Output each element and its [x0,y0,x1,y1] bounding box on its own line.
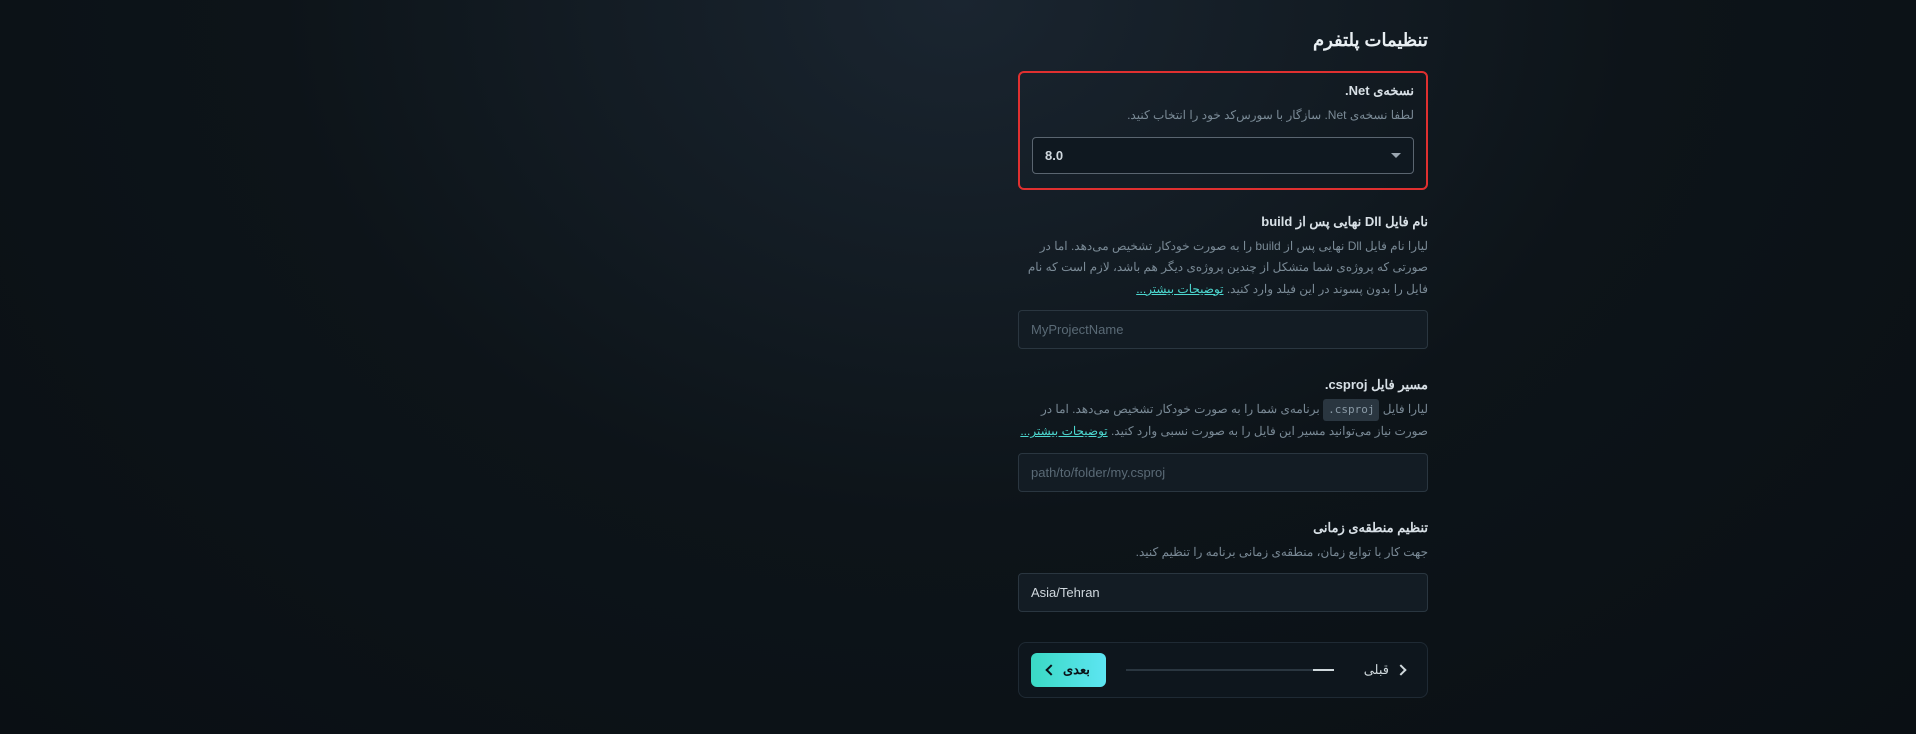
progress-indicator [1126,669,1334,671]
dll-name-label: نام فایل Dll نهایی پس از build [1018,214,1428,230]
net-version-label: نسخه‌ی Net. [1032,83,1414,99]
timezone-input[interactable] [1018,573,1428,612]
navigation-bar: قبلی بعدی [1018,642,1428,698]
csproj-path-group: مسیر فایل csproj. لیارا فایل .csproj برن… [1018,377,1428,491]
page-title: تنظیمات پلتفرم [1018,30,1428,51]
dll-name-group: نام فایل Dll نهایی پس از build لیارا نام… [1018,214,1428,350]
net-version-value: 8.0 [1045,148,1063,163]
next-label: بعدی [1063,662,1090,678]
dll-name-description: لیارا نام فایل Dll نهایی پس از build را … [1018,236,1428,301]
timezone-description: جهت کار با توابع زمان، منطقه‌ی زمانی برن… [1018,542,1428,564]
csproj-path-label: مسیر فایل csproj. [1018,377,1428,393]
prev-label: قبلی [1364,662,1389,678]
progress-track [1126,669,1334,671]
chevron-down-icon [1391,153,1401,158]
next-button[interactable]: بعدی [1031,653,1106,687]
progress-fill [1313,669,1334,671]
dll-more-link[interactable]: توضیحات بیشتر... [1136,282,1223,296]
csproj-path-description: لیارا فایل .csproj برنامه‌ی شما را به صو… [1018,399,1428,442]
csproj-code-chip: .csproj [1323,399,1379,421]
net-version-select[interactable]: 8.0 [1032,137,1414,174]
net-version-group: نسخه‌ی Net. لطفا نسخه‌ی Net. سازگار با س… [1018,71,1428,190]
timezone-label: تنظیم منطقه‌ی زمانی [1018,520,1428,536]
dll-name-input[interactable] [1018,310,1428,349]
dll-desc-text: لیارا نام فایل Dll نهایی پس از build را … [1028,239,1428,296]
csproj-path-input[interactable] [1018,453,1428,492]
csproj-desc-prefix: لیارا فایل [1379,402,1428,416]
prev-button[interactable]: قبلی [1354,656,1415,684]
net-version-description: لطفا نسخه‌ی Net. سازگار با سورس‌کد خود ر… [1032,105,1414,127]
chevron-right-icon [1395,665,1406,676]
chevron-left-icon [1045,665,1056,676]
settings-form: تنظیمات پلتفرم نسخه‌ی Net. لطفا نسخه‌ی N… [1018,30,1428,734]
timezone-group: تنظیم منطقه‌ی زمانی جهت کار با توابع زما… [1018,520,1428,613]
csproj-more-link[interactable]: توضیحات بیشتر... [1020,424,1107,438]
